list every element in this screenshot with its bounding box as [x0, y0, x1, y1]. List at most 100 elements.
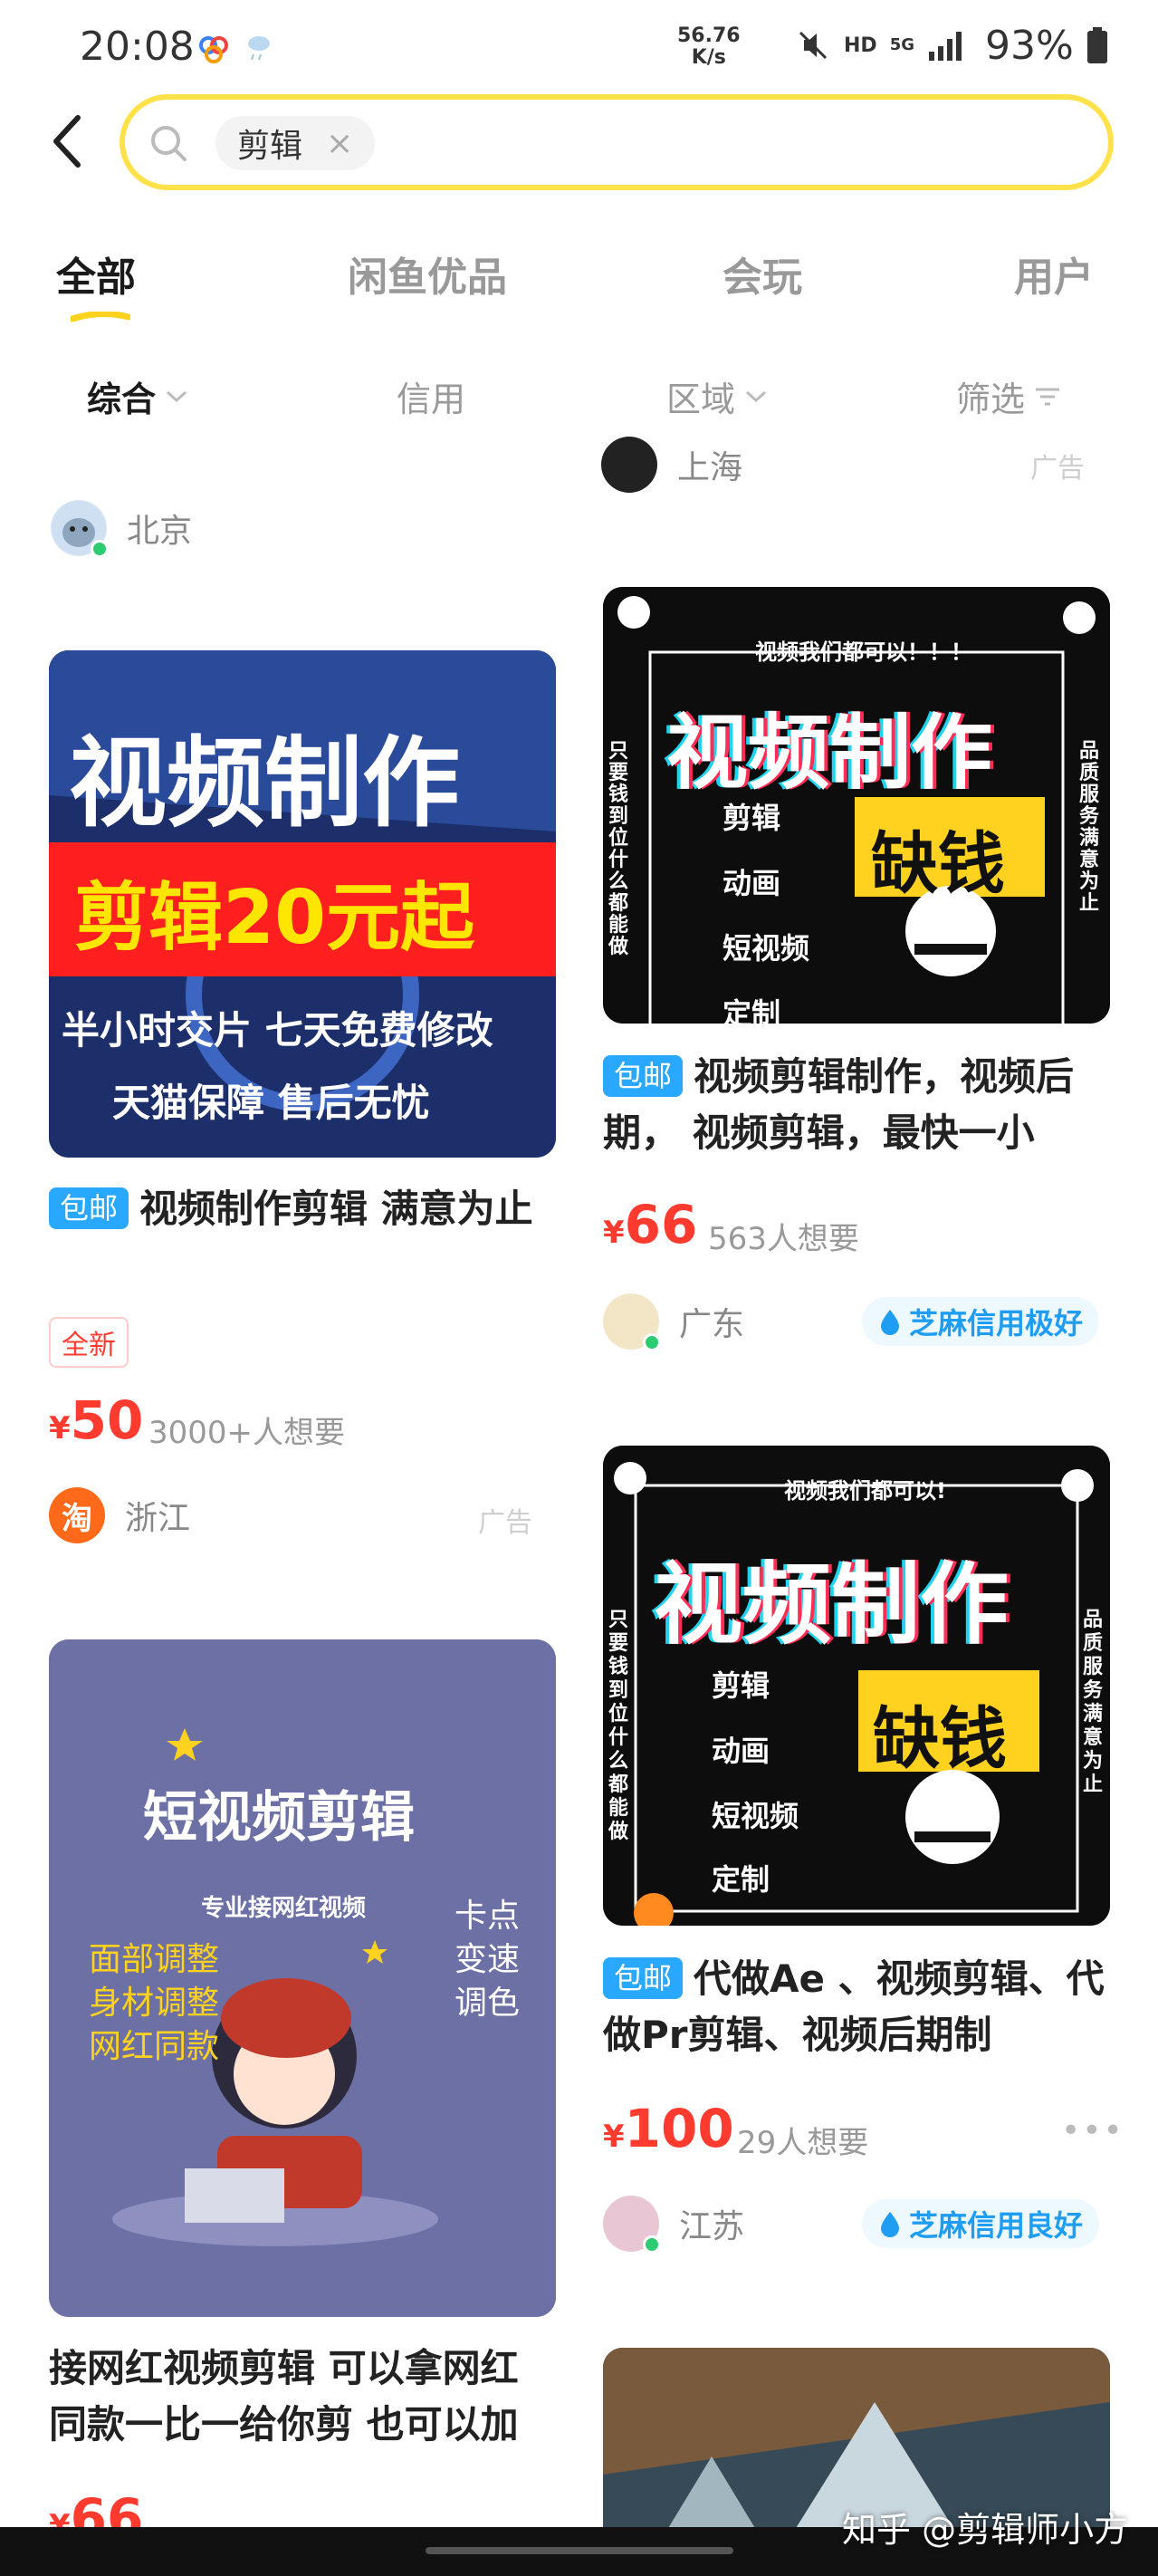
poster-subheadline: 剪辑20元起: [74, 875, 475, 961]
poster-item: 短视频: [712, 1799, 799, 1833]
result-tabs: 全部 闲鱼优品 会玩 用户: [0, 245, 1158, 317]
poster-item: 动画: [723, 866, 781, 900]
product-image[interactable]: 短视频剪辑 专业接网红视频 面部调整 身材调整 网红同款 卡点 变速 调色: [49, 1639, 556, 2317]
seller-info[interactable]: 北京: [51, 500, 193, 558]
tab-xianyu-youpin[interactable]: 闲鱼优品: [348, 245, 507, 303]
seller-location: 北京: [127, 513, 193, 550]
price: ¥ 100: [603, 2098, 734, 2159]
more-icon[interactable]: •••: [1061, 2112, 1125, 2149]
avatar: [601, 437, 657, 493]
product-image[interactable]: 视频制作 剪辑20元起 半小时交片 七天免费修改 天猫保障 售后无忧: [49, 650, 556, 1158]
filter-sort-label: 综合: [87, 380, 157, 419]
status-time: 20:08: [80, 24, 195, 70]
back-button[interactable]: [40, 103, 94, 179]
chevron-left-icon: [53, 115, 81, 168]
online-indicator: [91, 540, 109, 558]
poster-line: 身材调整: [89, 1985, 220, 2022]
filter-region[interactable]: 区域: [666, 371, 768, 421]
filter-credit[interactable]: 信用: [397, 371, 465, 421]
notification-icons: [199, 36, 270, 63]
poster-side-text: 只要钱到位 什么都能做: [608, 1609, 629, 1843]
product-image[interactable]: 视频我们都可以！！！ 视频制作 剪辑 动画 短视频 定制 缺钱 只要钱到位 什么…: [603, 587, 1110, 1024]
poster-line: 网红同款: [89, 2028, 220, 2065]
search-icon: [151, 126, 187, 161]
free-shipping-badge: 包邮: [603, 1957, 684, 1999]
price: ¥ 66: [603, 1194, 697, 1255]
taobao-avatar: 淘: [49, 1487, 105, 1543]
poster-headline: 视频制作: [654, 1553, 1010, 1657]
poster-line: 调色: [455, 1985, 521, 2022]
home-indicator[interactable]: [426, 2547, 733, 2554]
filter-screen[interactable]: 筛选: [956, 371, 1061, 421]
chevron-down-icon: [167, 390, 187, 402]
currency-symbol: ¥: [603, 2119, 625, 2155]
price-value: 66: [624, 1194, 698, 1255]
status-bar: 20:08 56.76 K/s HD 5G 93%: [0, 0, 1158, 91]
poster-left-list: 面部调整 身材调整 网红同款: [89, 1938, 219, 2069]
poster-side-text: 品质服务 满意为止: [1079, 740, 1100, 915]
net-speed-unit: K/s: [691, 46, 726, 69]
signal-icon: [929, 32, 962, 61]
avatar: [603, 2196, 661, 2254]
filter-icon: [1036, 388, 1060, 405]
avatar: [603, 1293, 661, 1351]
credit-label: 芝麻信用极好: [909, 1306, 1084, 1341]
poster-line: 面部调整: [89, 1941, 220, 1978]
poster-item: 定制: [712, 1862, 770, 1897]
price: ¥ 50: [49, 1389, 143, 1451]
poster-sign: 缺钱: [871, 825, 1005, 903]
new-tag: 全新: [49, 1317, 129, 1368]
credit-badge: 芝麻信用良好: [862, 2199, 1100, 2248]
net-speed: 56.76 K/s: [677, 25, 741, 69]
product-image[interactable]: 视频我们都可以! 视频制作 剪辑 动画 短视频 定制 缺钱 只要钱到位 什么都能…: [603, 1446, 1110, 1926]
poster-headline: 视频制作: [666, 706, 992, 801]
credit-badge: 芝麻信用极好: [862, 1297, 1100, 1346]
product-title[interactable]: 包邮 代做Ae 、视频剪辑、代做Pr剪辑、视频后期制: [603, 1951, 1110, 2063]
tab-all[interactable]: 全部: [56, 245, 136, 303]
search-keyword: 剪辑: [237, 128, 303, 165]
poster-side-text: 只要钱到位 什么都能做: [608, 740, 629, 958]
product-title[interactable]: 包邮 视频剪辑制作，视频后期， 视频剪辑，最快一小: [603, 1049, 1110, 1161]
online-indicator: [643, 1333, 661, 1351]
poster-sign: 缺钱: [873, 1700, 1007, 1778]
poster-headline: 视频制作: [69, 727, 461, 841]
mute-icon: [799, 31, 828, 60]
hd-indicator: HD: [844, 34, 877, 57]
free-shipping-badge: 包邮: [49, 1187, 129, 1229]
tab-users[interactable]: 用户: [1014, 245, 1094, 303]
currency-symbol: ¥: [49, 1410, 71, 1447]
sesame-drop-icon: [881, 1310, 899, 1335]
filter-region-label: 区域: [666, 380, 736, 419]
seller-info[interactable]: 上海: [601, 437, 742, 493]
chevron-down-icon: [746, 390, 767, 402]
seller-info[interactable]: 江苏: [603, 2196, 745, 2254]
close-icon[interactable]: ×: [326, 125, 353, 162]
product-title[interactable]: 包邮 视频制作剪辑 满意为止: [49, 1181, 556, 1237]
battery-percent: 93%: [985, 22, 1074, 69]
seller-info[interactable]: 广东: [603, 1293, 745, 1351]
seller-location: 浙江: [125, 1500, 191, 1537]
tab-huiwan[interactable]: 会玩: [723, 245, 802, 303]
poster-top-text: 视频我们都可以！！！: [755, 639, 972, 665]
poster-item: 剪辑: [712, 1668, 770, 1703]
ad-tag: 广告: [478, 1507, 532, 1539]
want-count: 3000+人想要: [148, 1415, 346, 1451]
status-right: HD 5G 93%: [795, 22, 1108, 69]
seller-location: 江苏: [679, 2208, 745, 2245]
search-keyword-chip[interactable]: 剪辑 ×: [215, 116, 376, 170]
want-count: 563人想要: [708, 1221, 859, 1257]
poster-subtitle: 专业接网红视频: [201, 1895, 367, 1922]
search-input[interactable]: 剪辑 ×: [120, 94, 1114, 190]
seller-info[interactable]: 淘 浙江: [49, 1487, 190, 1543]
poster-top-text: 视频我们都可以!: [784, 1478, 946, 1504]
price-value: 100: [624, 2098, 734, 2159]
seller-location: 广东: [679, 1306, 745, 1343]
poster-item: 短视频: [723, 931, 810, 966]
filter-bar: 综合 信用 区域 筛选: [0, 371, 1158, 426]
filter-sort[interactable]: 综合: [87, 371, 188, 421]
net-speed-value: 56.76: [677, 24, 741, 47]
filter-credit-label: 信用: [397, 380, 466, 419]
ad-tag: 广告: [1030, 453, 1085, 485]
product-title[interactable]: 接网红视频剪辑 可以拿网红同款一比一给你剪 也可以加: [49, 2341, 556, 2453]
network-type: 5G: [889, 35, 914, 54]
